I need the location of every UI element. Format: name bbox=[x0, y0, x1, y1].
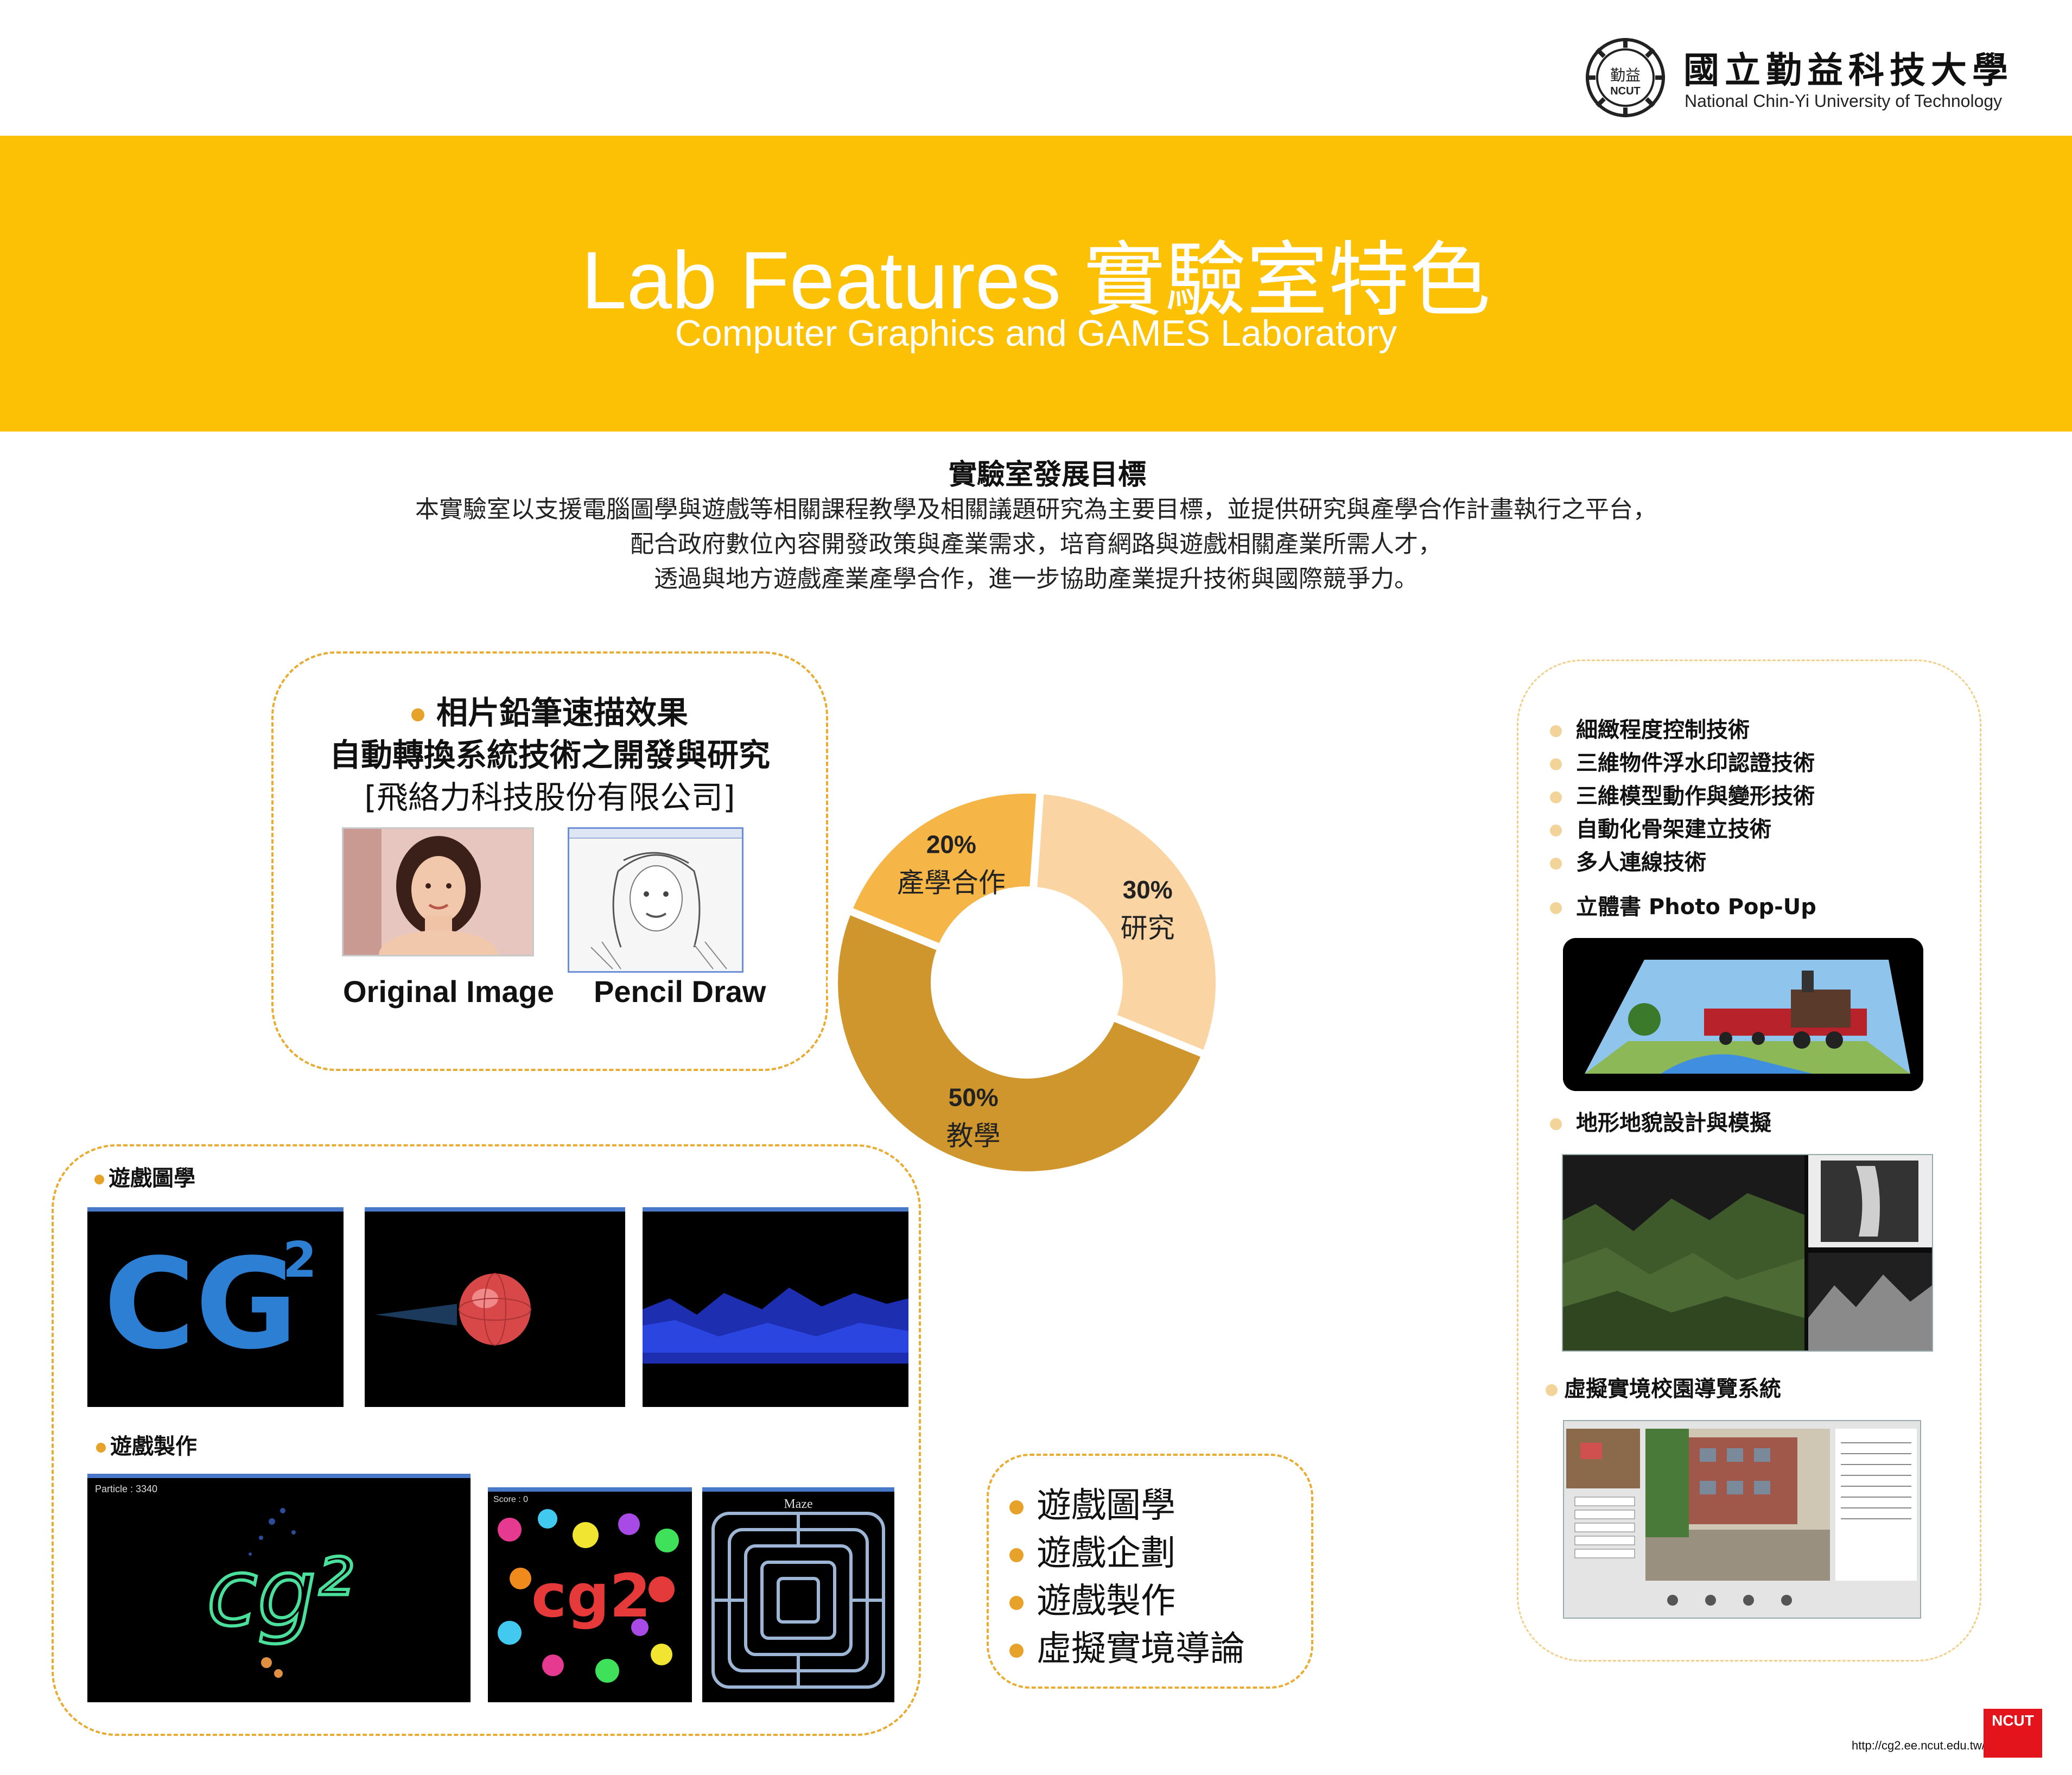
particle-counter: Particle : 3340 bbox=[95, 1484, 158, 1494]
bullet-icon bbox=[1550, 725, 1562, 737]
tech-item: 三維物件浮水印認證技術 bbox=[1550, 745, 1815, 777]
tech-item: 多人連線技術 bbox=[1550, 845, 1706, 876]
bullet-icon bbox=[94, 1175, 104, 1184]
donut-hole bbox=[937, 892, 1117, 1073]
research-allocation-donut-chart: 30% 研究 50% 教學 20% 產學合作 bbox=[828, 783, 1226, 1182]
university-name-en: National Chin-Yi University of Technolog… bbox=[1685, 91, 2003, 111]
courses-panel: 遊戲圖學 遊戲企劃 遊戲製作 虛擬實境導論 bbox=[987, 1454, 1313, 1689]
bullet-icon bbox=[1009, 1548, 1024, 1563]
terrain-image bbox=[1562, 1154, 1933, 1352]
sphere-illustration-icon bbox=[365, 1212, 625, 1403]
svg-text:CG: CG bbox=[104, 1232, 298, 1377]
screenshot-bubbles: Score : 0 cg2 bbox=[488, 1487, 692, 1702]
project-panel: 相片鉛筆速描效果 自動轉換系統技術之開發與研究 [飛絡力科技股份有限公司] Or… bbox=[271, 651, 828, 1071]
university-seal-icon: 勤益 NCUT bbox=[1586, 38, 1665, 117]
pencil-photo bbox=[568, 827, 743, 973]
pencil-sketch-illustration-icon bbox=[569, 839, 742, 971]
donut-slice-value-label: 20% bbox=[926, 830, 976, 858]
bullet-icon bbox=[1009, 1596, 1024, 1611]
tech-terrain-label: 地形地貌設計與模擬 bbox=[1550, 1105, 1771, 1137]
label-game-graphics: 遊戲圖學 bbox=[94, 1161, 195, 1192]
bullet-icon bbox=[1550, 858, 1562, 870]
caption-original: Original Image bbox=[343, 974, 554, 1009]
goal-line: 配合政府數位內容開發政策與產業需求，培育網路與遊戲相關產業所需人才， bbox=[630, 530, 1442, 558]
games-panel: 遊戲圖學 CG 2 遊戲製作 Particle : 3340 cg² Score… bbox=[52, 1144, 921, 1736]
seal-bottom-text: NCUT bbox=[1610, 85, 1641, 97]
course-item: 遊戲製作 bbox=[1009, 1573, 1175, 1623]
bullet-icon bbox=[411, 708, 424, 721]
bubbles-illustration-icon: cg2 bbox=[488, 1492, 692, 1698]
score-counter: Score : 0 bbox=[493, 1495, 529, 1504]
popup-book-image bbox=[1563, 938, 1923, 1091]
donut-slice-value-label: 50% bbox=[949, 1083, 999, 1111]
course-item: 虛擬實境導論 bbox=[1009, 1621, 1245, 1671]
university-name-cn: 國立勤益科技大學 bbox=[1683, 49, 2013, 91]
screenshot-cg-logo: CG 2 bbox=[87, 1207, 344, 1407]
original-photo bbox=[342, 827, 534, 956]
terrain-illustration-icon bbox=[1563, 1155, 1932, 1351]
course-item: 遊戲圖學 bbox=[1009, 1478, 1175, 1527]
goal-title: 實驗室發展目標 bbox=[948, 459, 1146, 491]
bullet-icon bbox=[1550, 825, 1562, 836]
goal-line: 本實驗室以支援電腦圖學與遊戲等相關課程教學及相關議題研究為主要目標，並提供研究與… bbox=[415, 496, 1657, 523]
maze-title: Maze bbox=[784, 1497, 813, 1511]
bullet-icon bbox=[1550, 1118, 1562, 1130]
screenshot-particle: Particle : 3340 cg² bbox=[87, 1474, 471, 1702]
tech-item: 細緻程度控制技術 bbox=[1550, 712, 1750, 744]
train-popup-illustration-icon bbox=[1563, 938, 1923, 1091]
page-subtitle: Computer Graphics and GAMES Laboratory bbox=[675, 313, 1397, 354]
maze-illustration-icon bbox=[702, 1492, 894, 1698]
bullet-icon bbox=[1009, 1644, 1024, 1658]
bullet-icon bbox=[1550, 902, 1562, 914]
university-logo: 勤益 NCUT 國立勤益科技大學 National Chin-Yi Univer… bbox=[1585, 37, 2051, 118]
tech-item: 三維模型動作與變形技術 bbox=[1550, 778, 1815, 810]
lab-url-link[interactable]: http://cg2.ee.ncut.edu.tw/ bbox=[1852, 1739, 1985, 1753]
svg-text:2: 2 bbox=[283, 1232, 317, 1289]
project-title-line2: 自動轉換系統技術之開發與研究 bbox=[329, 737, 770, 774]
project-title-line1: 相片鉛筆速描效果 bbox=[274, 687, 826, 733]
caption-pencil: Pencil Draw bbox=[594, 974, 766, 1009]
seal-top-text: 勤益 bbox=[1610, 66, 1641, 84]
donut-slice-category-label: 研究 bbox=[1121, 912, 1175, 944]
bullet-icon bbox=[1546, 1384, 1558, 1396]
goal-line: 透過與地方遊戲產業產學合作，進一步協助產業提升技術與國際競爭力。 bbox=[654, 565, 1418, 593]
portrait-illustration-icon bbox=[344, 829, 532, 955]
vr-campus-image bbox=[1563, 1420, 1921, 1619]
screenshot-heightmap bbox=[643, 1207, 908, 1407]
label-game-making: 遊戲製作 bbox=[96, 1429, 197, 1460]
svg-text:cg2: cg2 bbox=[531, 1561, 651, 1631]
title-banner: Lab Features 實驗室特色 Computer Graphics and… bbox=[0, 136, 2072, 432]
tech-item: 自動化骨架建立技術 bbox=[1550, 812, 1771, 843]
donut-slice-category-label: 教學 bbox=[946, 1120, 1001, 1151]
donut-slice-value-label: 30% bbox=[1123, 876, 1173, 904]
tech-panel: 細緻程度控制技術 三維物件浮水印認證技術 三維模型動作與變形技術 自動化骨架建立… bbox=[1517, 660, 1981, 1662]
ncut-badge: NCUT bbox=[1984, 1709, 2042, 1758]
screenshot-maze: Maze bbox=[702, 1487, 894, 1702]
bullet-icon bbox=[1550, 758, 1562, 770]
screenshot-sphere bbox=[365, 1207, 625, 1407]
project-company: [飛絡力科技股份有限公司] bbox=[364, 779, 735, 816]
bullet-icon bbox=[1550, 791, 1562, 803]
vr-campus-illustration-icon bbox=[1564, 1421, 1920, 1618]
particle-illustration-icon: cg² bbox=[87, 1478, 471, 1698]
bullet-icon bbox=[96, 1443, 106, 1453]
ncut-badge-text: NCUT bbox=[1992, 1712, 2034, 1729]
donut-slice-category-label: 產學合作 bbox=[897, 867, 1006, 898]
course-item: 遊戲企劃 bbox=[1009, 1525, 1175, 1575]
svg-text:cg²: cg² bbox=[207, 1539, 353, 1647]
cg-logo-illustration-icon: CG 2 bbox=[87, 1212, 344, 1403]
heightmap-illustration-icon bbox=[643, 1212, 908, 1403]
bullet-icon bbox=[1009, 1500, 1024, 1515]
tech-popup-label: 立體書 Photo Pop-Up bbox=[1550, 889, 1816, 921]
tech-vr-label: 虛擬實境校園導覽系統 bbox=[1546, 1371, 1781, 1403]
